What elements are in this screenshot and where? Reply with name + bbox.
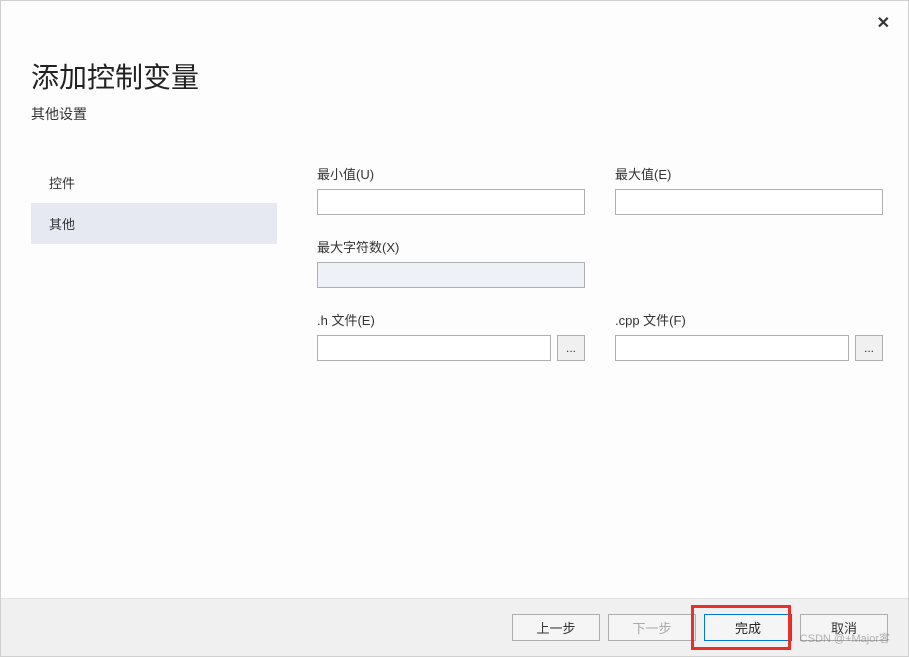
h-file-input[interactable] [317,335,551,361]
form-group-max: 最大值(E) [615,164,883,215]
dialog-window: ✕ 添加控制变量 其他设置 控件 其他 最小值(U) 最大值(E) [0,0,909,657]
cpp-file-input[interactable] [615,335,849,361]
max-chars-input [317,262,585,288]
form-group-min: 最小值(U) [317,164,585,215]
finish-button[interactable]: 完成 [704,614,792,641]
cpp-file-browse-button[interactable]: ... [855,335,883,361]
form-row-files: .h 文件(E) ... .cpp 文件(F) ... [317,310,883,361]
dialog-subtitle: 其他设置 [31,104,878,124]
dialog-content: 控件 其他 最小值(U) 最大值(E) 最大字符数(X) [1,134,908,598]
dialog-footer: 上一步 下一步 完成 取消 [1,598,908,656]
h-file-input-wrap: ... [317,335,585,361]
form-group-maxchars: 最大字符数(X) [317,237,585,288]
form-row-maxchars: 最大字符数(X) [317,237,883,288]
prev-button[interactable]: 上一步 [512,614,600,641]
max-chars-label: 最大字符数(X) [317,237,585,256]
sidebar-item-other[interactable]: 其他 [31,203,277,244]
h-file-browse-button[interactable]: ... [557,335,585,361]
close-icon[interactable]: ✕ [877,13,890,33]
cancel-button[interactable]: 取消 [800,614,888,641]
sidebar-item-control[interactable]: 控件 [31,162,277,203]
dialog-header: 添加控制变量 其他设置 [1,1,908,134]
min-value-label: 最小值(U) [317,164,585,183]
min-value-input[interactable] [317,189,585,215]
dialog-title: 添加控制变量 [31,56,878,96]
form-row-minmax: 最小值(U) 最大值(E) [317,164,883,215]
form-area: 最小值(U) 最大值(E) 最大字符数(X) .h 文件(E) [277,162,883,598]
h-file-label: .h 文件(E) [317,310,585,329]
cpp-file-input-wrap: ... [615,335,883,361]
sidebar: 控件 其他 [31,162,277,598]
max-value-label: 最大值(E) [615,164,883,183]
form-group-cppfile: .cpp 文件(F) ... [615,310,883,361]
next-button: 下一步 [608,614,696,641]
form-group-hfile: .h 文件(E) ... [317,310,585,361]
cpp-file-label: .cpp 文件(F) [615,310,883,329]
max-value-input[interactable] [615,189,883,215]
